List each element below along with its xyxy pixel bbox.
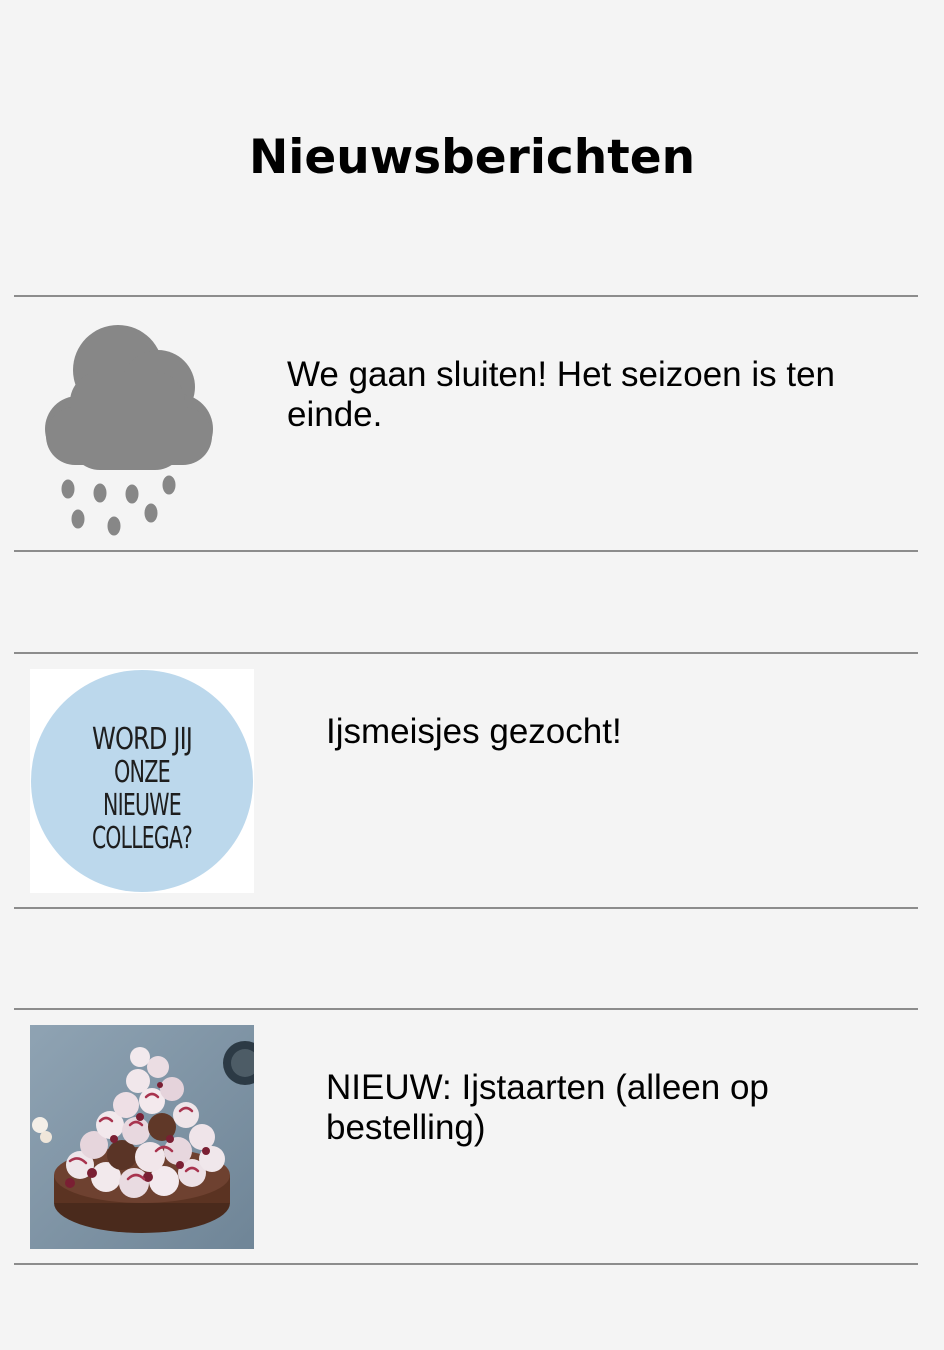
news-item-title[interactable]: NIEUW: Ijstaarten (alleen op bestelling) — [326, 1068, 846, 1148]
vacancy-badge-image: WORD JIJ ONZE NIEUWE COLLEGA? — [30, 669, 254, 893]
badge-line-2: ONZE — [114, 755, 170, 790]
page-title: Nieuwsberichten — [248, 130, 696, 185]
news-item-title[interactable]: We gaan sluiten! Het seizoen is ten eind… — [287, 355, 847, 435]
news-item-closing[interactable]: We gaan sluiten! Het seizoen is ten eind… — [14, 295, 918, 552]
news-item-vacancy[interactable]: WORD JIJ ONZE NIEUWE COLLEGA? Ijsmeisjes… — [14, 652, 918, 909]
ice-cake-photo — [30, 1025, 254, 1249]
news-item-ice-cake[interactable]: NIEUW: Ijstaarten (alleen op bestelling) — [14, 1008, 918, 1265]
badge-line-1: WORD JIJ — [92, 722, 192, 757]
news-item-title[interactable]: Ijsmeisjes gezocht! — [326, 712, 866, 752]
rain-cloud-icon — [30, 312, 254, 536]
badge-line-3: NIEUWE — [103, 788, 181, 823]
badge-line-4: COLLEGA? — [92, 821, 192, 856]
